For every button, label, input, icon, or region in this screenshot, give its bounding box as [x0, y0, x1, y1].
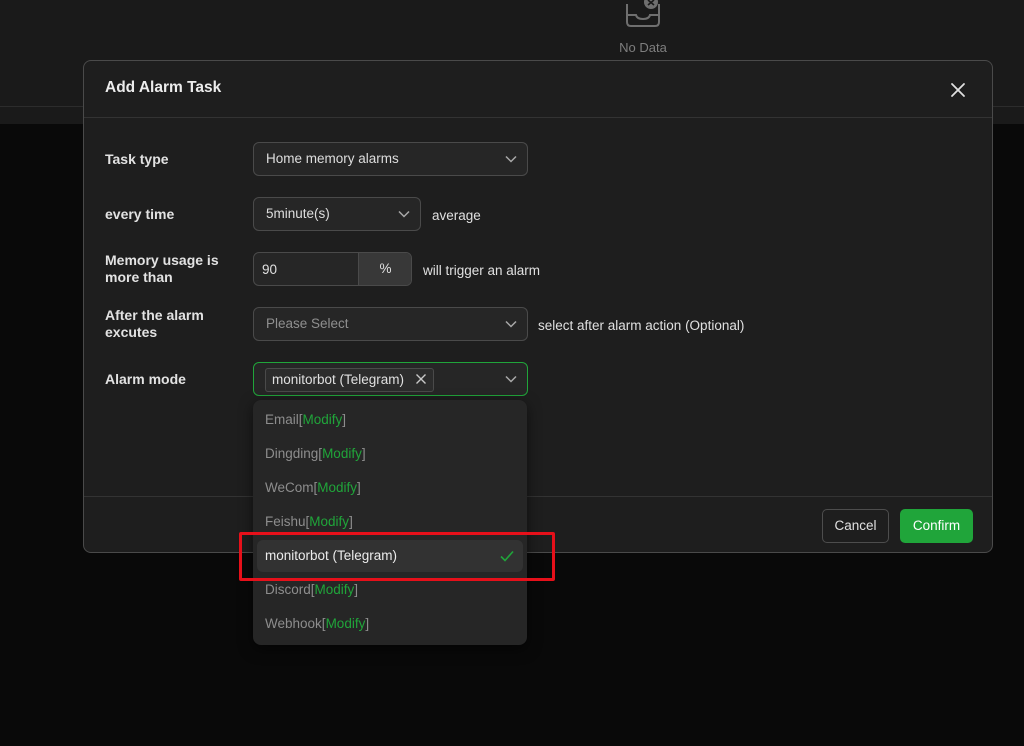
header-divider [84, 117, 992, 118]
interval-value: 5minute(s) [266, 206, 330, 221]
trigger-alarm-text: will trigger an alarm [423, 263, 541, 278]
after-alarm-placeholder: Please Select [266, 316, 349, 331]
task-type-value: Home memory alarms [266, 151, 399, 166]
selected-alarm-tag: monitorbot (Telegram) [265, 368, 434, 392]
cancel-button[interactable]: Cancel [822, 509, 889, 543]
add-alarm-task-dialog: Add Alarm Task Task type Home memory ala… [83, 60, 993, 553]
footer-divider [84, 496, 992, 497]
after-alarm-select[interactable]: Please Select [253, 307, 528, 341]
empty-state-text: No Data [619, 40, 667, 55]
option-wecom[interactable]: WeCom[Modify] [257, 472, 523, 504]
option-dingding[interactable]: Dingding[Modify] [257, 438, 523, 470]
option-name: Discord [265, 582, 311, 597]
modify-link[interactable]: Modify [322, 446, 362, 461]
check-icon [500, 550, 514, 562]
every-time-label: every time [105, 206, 175, 222]
option-name: WeCom [265, 480, 314, 495]
selected-alarm-tag-label: monitorbot (Telegram) [272, 372, 405, 387]
chevron-down-icon [505, 320, 517, 328]
alarm-mode-select[interactable]: monitorbot (Telegram) [253, 362, 528, 396]
modify-link[interactable]: Modify [326, 616, 366, 631]
after-alarm-hint: select after alarm action (Optional) [538, 318, 745, 333]
modify-link[interactable]: Modify [315, 582, 355, 597]
option-name: Webhook [265, 616, 322, 631]
dialog-title: Add Alarm Task [105, 79, 222, 96]
close-icon[interactable] [948, 80, 968, 100]
percent-suffix: % [358, 253, 411, 285]
memory-threshold-group: % [253, 252, 412, 286]
memory-threshold-input[interactable] [254, 253, 358, 285]
interval-select[interactable]: 5minute(s) [253, 197, 421, 231]
option-name: Email [265, 412, 299, 427]
alarm-mode-dropdown: Email[Modify] Dingding[Modify] WeCom[Mod… [253, 400, 527, 645]
tag-remove-icon[interactable] [415, 373, 427, 385]
after-alarm-label: After the alarm excutes [105, 307, 204, 340]
option-name: monitorbot (Telegram) [265, 548, 398, 563]
chevron-down-icon [398, 210, 410, 218]
chevron-down-icon [505, 155, 517, 163]
average-text: average [432, 208, 481, 223]
alarm-mode-label: Alarm mode [105, 371, 186, 387]
option-email[interactable]: Email[Modify] [257, 404, 523, 436]
modify-link[interactable]: Modify [317, 480, 357, 495]
modify-link[interactable]: Modify [309, 514, 349, 529]
confirm-button[interactable]: Confirm [900, 509, 973, 543]
modify-link[interactable]: Modify [303, 412, 343, 427]
chevron-down-icon [505, 375, 517, 383]
task-type-select[interactable]: Home memory alarms [253, 142, 528, 176]
option-monitorbot-telegram[interactable]: monitorbot (Telegram) [257, 540, 523, 572]
option-webhook[interactable]: Webhook[Modify] [257, 608, 523, 640]
task-type-label: Task type [105, 151, 169, 167]
empty-inbox-icon [626, 0, 660, 27]
option-feishu[interactable]: Feishu[Modify] [257, 506, 523, 538]
option-name: Dingding [265, 446, 319, 461]
memory-usage-label: Memory usage is more than [105, 252, 219, 285]
option-discord[interactable]: Discord[Modify] [257, 574, 523, 606]
option-name: Feishu [265, 514, 306, 529]
